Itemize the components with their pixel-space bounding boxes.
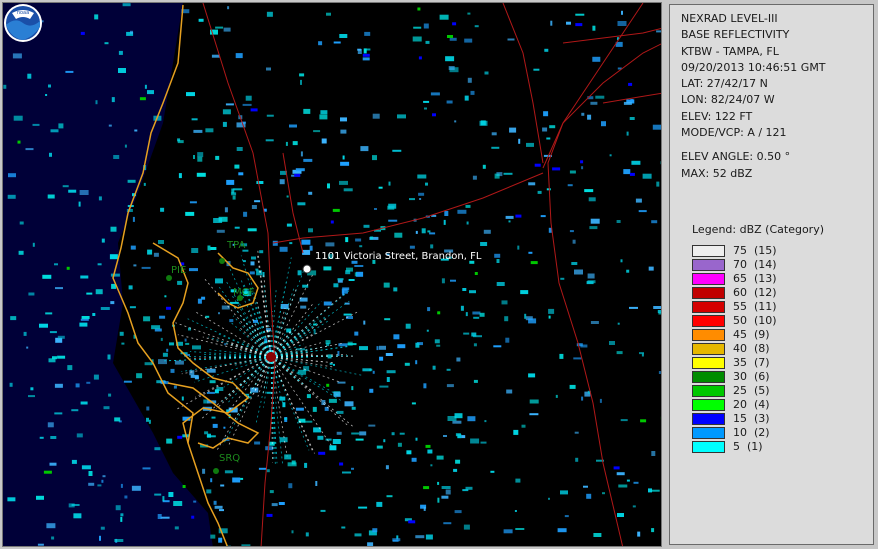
legend-swatch <box>692 315 725 328</box>
info-line-elev-angle: ELEV ANGLE: 0.50 ° <box>681 150 791 164</box>
legend-item: 50 (10) <box>692 314 873 328</box>
radar-map[interactable]: TPA PIE MCF SRQ 1101 Victoria Street, Br… <box>2 2 662 547</box>
legend: 75 (15) 70 (14) 65 (13) 60 (12) 55 (11) 50 (1… <box>692 244 873 454</box>
info-panel: NEXRAD LEVEL-III BASE REFLECTIVITY KTBW … <box>669 4 874 545</box>
svg-text:noaa: noaa <box>17 10 29 16</box>
legend-swatch <box>692 399 725 412</box>
legend-swatch <box>692 259 725 272</box>
airport-dot-srq <box>213 468 219 474</box>
legend-swatch <box>692 427 725 440</box>
tampa-bay-shore <box>152 242 250 444</box>
ground-clutter-rays <box>162 249 363 466</box>
legend-item: 40 (8) <box>692 342 873 356</box>
info-line-type: BASE REFLECTIVITY <box>681 28 790 42</box>
legend-item: 20 (4) <box>692 398 873 412</box>
road-ne2 <box>562 27 661 44</box>
place-label-pie: PIE <box>171 265 187 276</box>
info-line-max: MAX: 52 dBZ <box>681 166 753 180</box>
road-northeast <box>542 43 661 169</box>
legend-item: 65 (13) <box>692 272 873 286</box>
legend-swatch <box>692 385 725 398</box>
info-line-mode: MODE/VCP: A / 121 <box>681 126 787 140</box>
legend-item: 60 (12) <box>692 286 873 300</box>
legend-swatch <box>692 245 725 258</box>
legend-swatch <box>692 287 725 300</box>
location-marker-icon[interactable] <box>302 264 312 274</box>
legend-swatch <box>692 371 725 384</box>
info-line-timestamp: 09/20/2013 10:46:51 GMT <box>681 60 826 74</box>
legend-item: 5 (1) <box>692 440 873 454</box>
place-label-mcf: MCF <box>233 287 255 298</box>
legend-swatch <box>692 413 725 426</box>
place-label-srq: SRQ <box>219 453 241 464</box>
address-label: 1101 Victoria Street, Brandon, FL <box>315 251 482 262</box>
legend-item: 75 (15) <box>692 244 873 258</box>
legend-swatch <box>692 301 725 314</box>
radar-site-marker <box>266 352 276 362</box>
legend-item: 15 (3) <box>692 412 873 426</box>
legend-swatch <box>692 441 725 454</box>
legend-swatch <box>692 329 725 342</box>
legend-item: 10 (2) <box>692 426 873 440</box>
legend-item: 70 (14) <box>692 258 873 272</box>
info-line-elev: ELEV: 122 FT <box>681 109 753 123</box>
airport-dot-tpa <box>219 258 225 264</box>
legend-item: 25 (5) <box>692 384 873 398</box>
place-label-tpa: TPA <box>227 240 246 251</box>
noaa-logo-icon: noaa <box>4 4 42 42</box>
legend-swatch <box>692 343 725 356</box>
legend-label: 5 (1) <box>733 440 763 454</box>
info-line-lon: LON: 82/24/07 W <box>681 93 775 107</box>
legend-title: Legend: dBZ (Category) <box>692 222 824 236</box>
legend-item: 35 (7) <box>692 356 873 370</box>
info-line-station: KTBW - TAMPA, FL <box>681 44 779 58</box>
legend-item: 55 (11) <box>692 300 873 314</box>
legend-item: 45 (9) <box>692 328 873 342</box>
info-line-lat: LAT: 27/42/17 N <box>681 77 768 91</box>
road-north <box>502 3 544 164</box>
legend-item: 30 (6) <box>692 370 873 384</box>
info-line-product: NEXRAD LEVEL-III <box>681 12 778 25</box>
legend-swatch <box>692 273 725 286</box>
radar-map-canvas <box>3 3 661 546</box>
legend-swatch <box>692 357 725 370</box>
road-i4 <box>272 172 544 244</box>
